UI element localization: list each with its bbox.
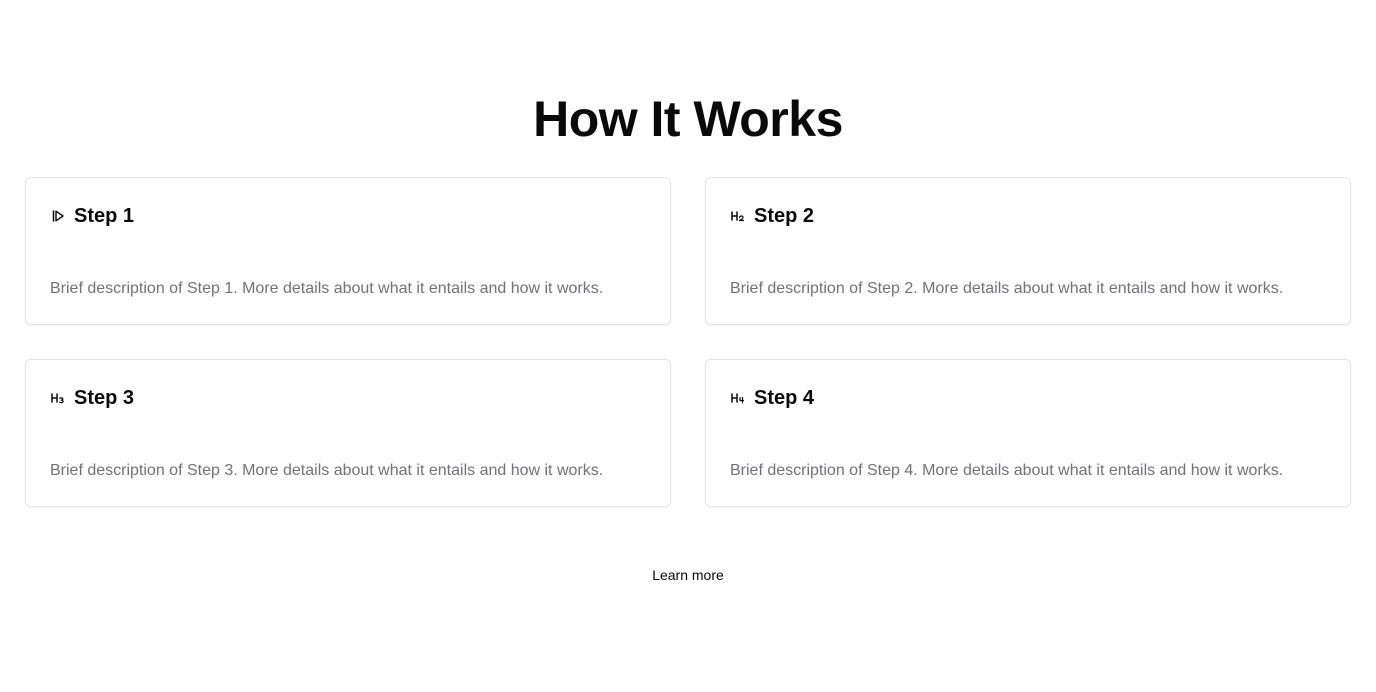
step-description: Brief description of Step 4. More detail… — [730, 462, 1284, 479]
step-card-header: Step 4 — [730, 386, 814, 410]
how-it-works-section: How It Works Step 1 Brief description of… — [0, 0, 1376, 692]
step-description: Brief description of Step 3. More detail… — [50, 462, 604, 479]
step-card-header: Step 1 — [50, 204, 134, 228]
learn-more-button[interactable]: Learn more — [644, 563, 732, 587]
step-card-1: Step 1 Brief description of Step 1. More… — [25, 177, 671, 325]
step-card-header: Step 3 — [50, 386, 134, 410]
play-step-icon — [50, 208, 66, 224]
step-title: Step 3 — [74, 387, 135, 409]
section-title: How It Works — [533, 91, 843, 147]
heading-3-icon — [50, 390, 66, 406]
step-title: Step 4 — [754, 387, 815, 409]
step-title: Step 2 — [754, 205, 815, 227]
step-card-4: Step 4 Brief description of Step 4. More… — [705, 359, 1351, 507]
step-card-3: Step 3 Brief description of Step 3. More… — [25, 359, 671, 507]
heading-4-icon — [730, 390, 746, 406]
step-card-2: Step 2 Brief description of Step 2. More… — [705, 177, 1351, 325]
learn-more-container: Learn more — [0, 565, 1376, 585]
step-card-header: Step 2 — [730, 204, 814, 228]
step-description: Brief description of Step 1. More detail… — [50, 280, 604, 297]
heading-2-icon — [730, 208, 746, 224]
step-title: Step 1 — [74, 205, 135, 227]
step-description: Brief description of Step 2. More detail… — [730, 280, 1284, 297]
